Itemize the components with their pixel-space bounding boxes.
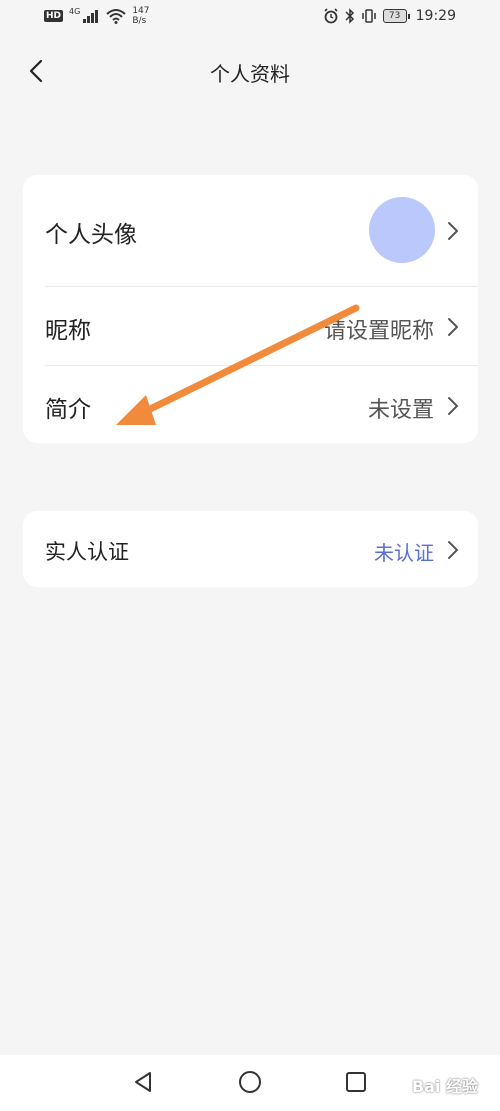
bio-label: 简介	[45, 397, 91, 423]
verification-card: 实人认证 未认证	[23, 511, 478, 587]
nickname-row[interactable]: 昵称 请设置昵称	[23, 287, 478, 365]
verification-label: 实人认证	[45, 540, 129, 564]
chevron-right-icon	[448, 397, 459, 415]
status-left: HD 4G 147 B/s	[44, 6, 150, 26]
chevron-right-icon	[448, 318, 459, 336]
battery-indicator: 73	[382, 9, 410, 23]
alarm-icon	[324, 8, 338, 24]
nav-back-key[interactable]	[130, 1069, 156, 1095]
nav-home-key[interactable]	[237, 1069, 263, 1095]
bluetooth-icon	[345, 8, 354, 24]
nav-bar: 个人资料	[0, 44, 500, 100]
chevron-right-icon	[448, 541, 459, 559]
net-speed-value: 147	[132, 6, 150, 16]
bio-row[interactable]: 简介 未设置	[23, 366, 478, 443]
net-speed-unit: B/s	[132, 16, 147, 26]
battery-level: 73	[382, 9, 407, 23]
real-name-verification-row[interactable]: 实人认证 未认证	[23, 511, 478, 587]
nav-recents-key[interactable]	[343, 1069, 369, 1095]
nickname-value: 请设置昵称	[323, 319, 434, 344]
net-speed: 147 B/s	[132, 6, 149, 26]
verification-status: 未认证	[374, 541, 434, 565]
status-time: 19:29	[415, 8, 456, 24]
square-recents-icon	[346, 1072, 366, 1092]
nickname-label: 昵称	[45, 318, 91, 344]
vibrate-icon	[361, 9, 376, 23]
page-title: 个人资料	[210, 62, 290, 86]
avatar[interactable]	[369, 197, 435, 263]
chevron-right-icon	[448, 222, 459, 240]
system-nav-bar: Bai 经验	[0, 1055, 500, 1111]
baidu-watermark: Bai 经验	[411, 1077, 478, 1096]
status-right: 73 19:29	[323, 8, 456, 24]
profile-card: 个人头像 昵称 请设置昵称 简介 未设置	[23, 175, 478, 443]
avatar-label: 个人头像	[45, 222, 137, 248]
bio-value: 未设置	[367, 398, 434, 423]
avatar-row[interactable]: 个人头像	[23, 175, 478, 286]
hd-badge: HD	[44, 10, 64, 22]
triangle-back-icon	[135, 1072, 151, 1092]
signal-icon	[83, 10, 99, 23]
circle-home-icon	[239, 1071, 261, 1093]
status-bar: HD 4G 147 B/s 73 19:29	[0, 0, 500, 34]
battery-tip	[407, 13, 410, 19]
network-type-label: 4G	[69, 6, 81, 16]
wifi-icon	[106, 9, 126, 24]
